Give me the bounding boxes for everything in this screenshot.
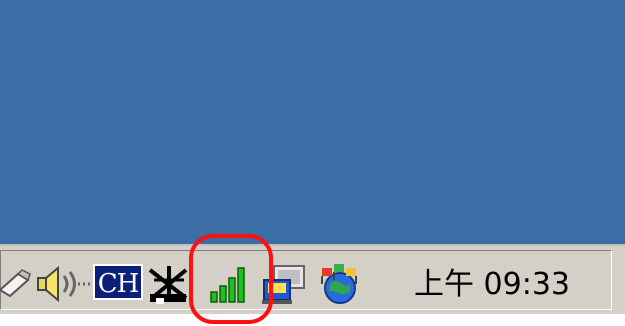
desktop-background (0, 0, 625, 244)
annotation-highlight-circle (189, 234, 273, 324)
globe-flags-icon[interactable] (316, 262, 362, 306)
partial-tray-icon[interactable] (0, 266, 34, 302)
input-language-indicator[interactable]: CH (93, 264, 143, 300)
speaker-volume-icon[interactable] (36, 266, 92, 302)
system-clock[interactable]: 上午 09:33 (414, 266, 594, 304)
taskbar-bottom-strip (0, 314, 625, 326)
disconnected-network-icon[interactable] (146, 264, 192, 304)
